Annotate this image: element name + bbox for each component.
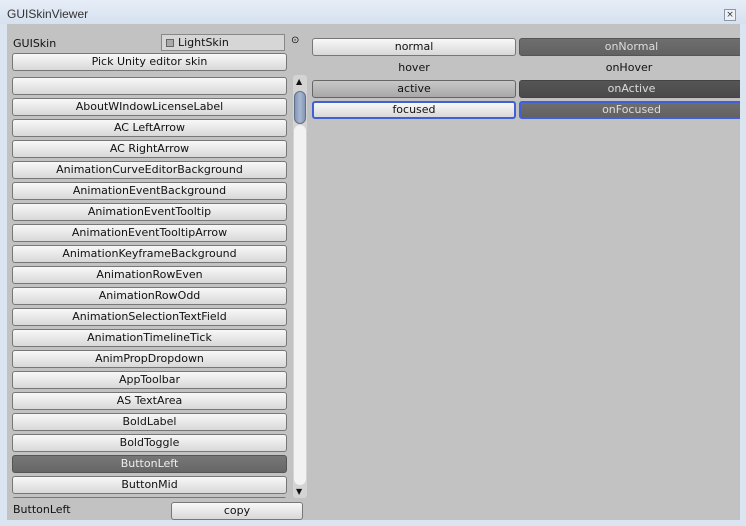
state-on-hover[interactable]: onHover [519, 59, 739, 77]
guiskin-label: GUISkin [13, 37, 57, 50]
style-list-item[interactable]: AnimationTimelineTick [12, 329, 287, 347]
style-list-item[interactable]: BoldLabel [12, 413, 287, 431]
state-focused[interactable]: focused [312, 101, 516, 119]
state-hover[interactable]: hover [312, 59, 516, 77]
title-bar: GUISkinViewer × [0, 0, 746, 24]
state-active[interactable]: active [312, 80, 516, 98]
state-on-normal[interactable]: onNormal [519, 38, 740, 56]
state-on-active[interactable]: onActive [519, 80, 740, 98]
copy-button[interactable]: copy [171, 502, 303, 520]
state-normal[interactable]: normal [312, 38, 516, 56]
scroll-down-icon[interactable]: ▼ [296, 487, 302, 496]
style-list-item[interactable]: AppToolbar [12, 371, 287, 389]
style-list-item[interactable]: AC RightArrow [12, 140, 287, 158]
close-icon[interactable]: × [724, 9, 736, 21]
style-list-item[interactable]: AboutWIndowLicenseLabel [12, 98, 287, 116]
style-list-item[interactable]: BoldToggle [12, 434, 287, 452]
pick-editor-skin-button[interactable]: Pick Unity editor skin [12, 53, 287, 71]
main-panel: GUISkin LightSkin ⊙ Pick Unity editor sk… [7, 24, 740, 520]
scrollbar-thumb[interactable] [294, 91, 306, 124]
style-list-item[interactable] [12, 497, 287, 498]
selected-style-label: ButtonLeft [13, 503, 71, 516]
guiskin-value: LightSkin [178, 36, 229, 49]
window-title: GUISkinViewer [7, 7, 89, 21]
skin-asset-icon [166, 39, 174, 47]
scrollbar-track[interactable] [294, 125, 306, 485]
style-list-item[interactable]: AnimationRowEven [12, 266, 287, 284]
style-list-item[interactable]: AnimationRowOdd [12, 287, 287, 305]
style-list-item[interactable]: AC LeftArrow [12, 119, 287, 137]
style-list-item[interactable]: AnimationSelectionTextField [12, 308, 287, 326]
style-list-item[interactable]: ButtonLeft [12, 455, 287, 473]
style-list-item[interactable]: AS TextArea [12, 392, 287, 410]
guiskin-field[interactable]: LightSkin [161, 34, 285, 51]
scroll-up-icon[interactable]: ▲ [296, 77, 302, 86]
style-list-item[interactable]: AnimationCurveEditorBackground [12, 161, 287, 179]
style-list-item[interactable]: AnimationEventTooltipArrow [12, 224, 287, 242]
state-on-focused[interactable]: onFocused [519, 101, 740, 119]
style-list-item[interactable] [12, 77, 287, 95]
style-list-item[interactable]: AnimPropDropdown [12, 350, 287, 368]
style-list-item[interactable]: ButtonMid [12, 476, 287, 494]
style-list-item[interactable]: AnimationEventTooltip [12, 203, 287, 221]
style-list-item[interactable]: AnimationKeyframeBackground [12, 245, 287, 263]
object-picker-icon[interactable]: ⊙ [291, 35, 299, 46]
style-list: AboutWIndowLicenseLabel AC LeftArrow AC Ri… [7, 74, 292, 498]
style-list-scrollbar[interactable]: ▲ ▼ [293, 75, 307, 498]
style-list-item[interactable]: AnimationEventBackground [12, 182, 287, 200]
